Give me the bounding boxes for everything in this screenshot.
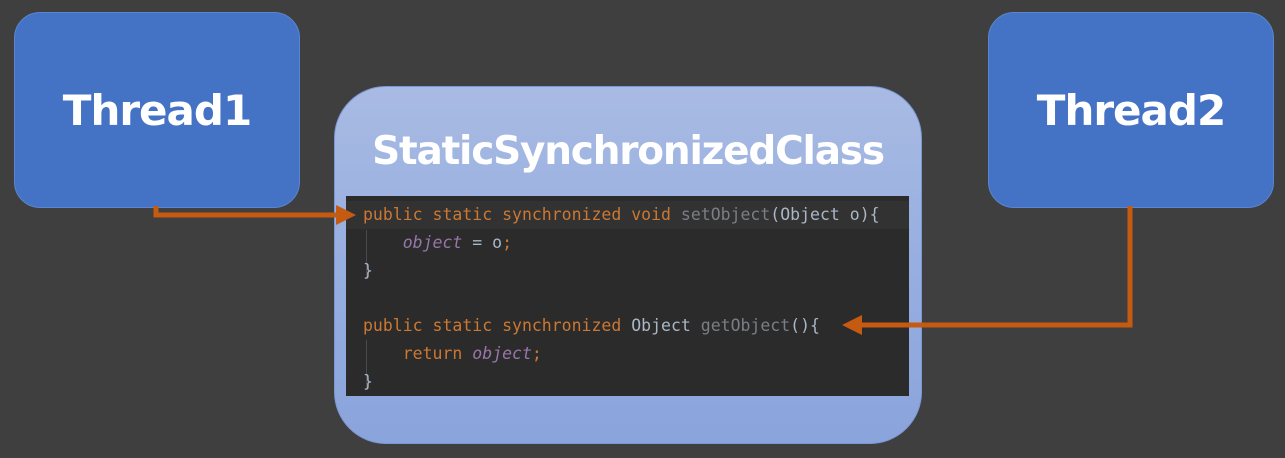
- arrows-layer: [153, 205, 1133, 335]
- setobject-arrowhead: [336, 205, 356, 225]
- getobject-arrowhead: [842, 315, 862, 335]
- thread1-to-setobject-arrow: [153, 206, 336, 218]
- thread2-to-getobject-arrow: [862, 206, 1133, 328]
